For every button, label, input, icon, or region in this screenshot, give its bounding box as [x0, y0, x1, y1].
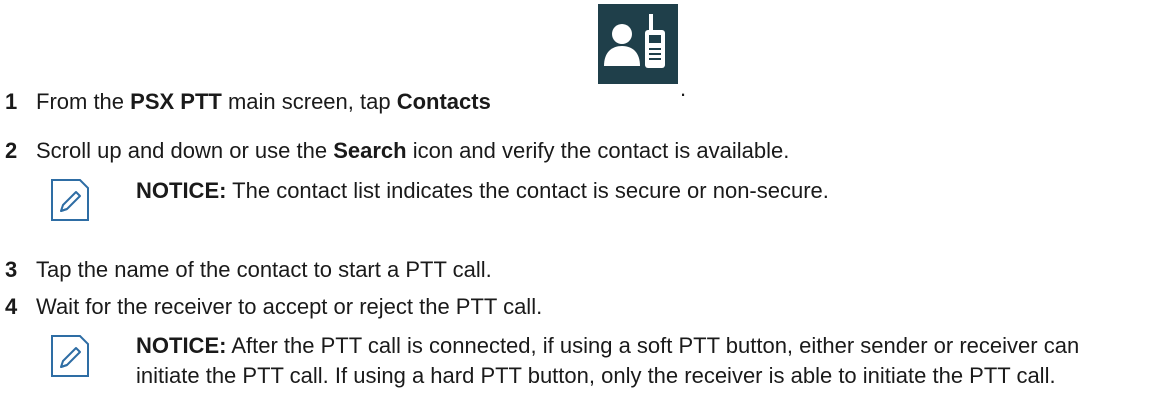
notice-2: NOTICE: After the PTT call is connected,… [136, 331, 1146, 391]
step-text: From the PSX PTT main screen, tap Contac… [36, 89, 491, 114]
notice-pencil-icon [50, 178, 90, 222]
notice-label: NOTICE: [136, 333, 227, 358]
sentence-period: . [680, 76, 687, 101]
notice-text: The contact list indicates the contact i… [226, 178, 829, 203]
notice-text: After the PTT call is connected, if usin… [136, 333, 1080, 388]
notice-pencil-icon [50, 334, 90, 378]
step-number: 4 [5, 294, 18, 319]
step-number: 2 [5, 138, 18, 163]
step-number: 3 [5, 257, 18, 282]
step-number: 1 [5, 89, 18, 114]
step-text: Scroll up and down or use the Search ico… [36, 138, 790, 163]
step-text: Wait for the receiver to accept or rejec… [36, 294, 543, 319]
step-text: Tap the name of the contact to start a P… [36, 257, 492, 282]
notice-label: NOTICE: [136, 178, 227, 203]
contacts-radio-icon [598, 4, 678, 84]
notice-1: NOTICE: The contact list indicates the c… [136, 176, 1136, 206]
